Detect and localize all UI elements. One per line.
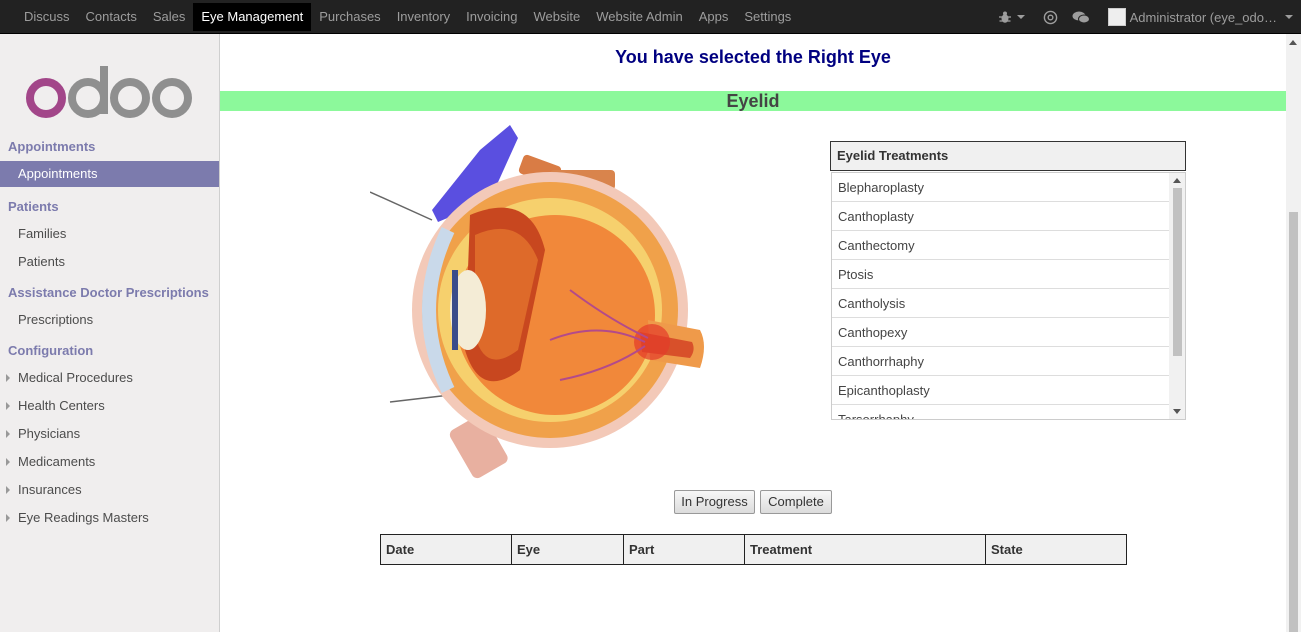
avatar[interactable] [1107, 8, 1126, 26]
nav-eye-management[interactable]: Eye Management [193, 3, 312, 31]
page-scrollbar[interactable] [1286, 34, 1301, 632]
nav-inventory[interactable]: Inventory [389, 3, 458, 31]
nav-invoicing[interactable]: Invoicing [458, 3, 525, 31]
complete-button[interactable]: Complete [760, 490, 832, 514]
user-menu[interactable]: Administrator (eye_odo… [1130, 10, 1277, 25]
sidebar: Appointments Appointments Patients Famil… [0, 34, 220, 632]
sidebar-item-medicaments[interactable]: Medicaments [0, 449, 219, 475]
debug-menu[interactable] [998, 10, 1025, 24]
nav-website[interactable]: Website [525, 3, 588, 31]
nav-sales[interactable]: Sales [145, 3, 194, 31]
scroll-up-arrow-icon[interactable] [1289, 40, 1297, 45]
list-item[interactable]: Ptosis [832, 260, 1169, 289]
nav-settings[interactable]: Settings [736, 3, 799, 31]
part-title: Eyelid [220, 91, 1286, 111]
section-configuration: Configuration [8, 343, 94, 358]
scroll-down-arrow-icon[interactable] [1173, 409, 1181, 414]
table-header-row: Date Eye Part Treatment State [380, 534, 1127, 565]
app-menu: Discuss Contacts Sales Eye Management Pu… [16, 3, 799, 31]
treatments-scrollbar[interactable] [1169, 173, 1185, 419]
bug-icon [998, 11, 1011, 23]
sidebar-item-families[interactable]: Families [0, 221, 219, 247]
chevron-down-icon [1016, 15, 1025, 19]
list-item[interactable]: Canthectomy [832, 231, 1169, 260]
column-eye: Eye [511, 534, 624, 565]
list-item[interactable]: Canthoplasty [832, 202, 1169, 231]
list-item[interactable]: Tarsorrhaphy [832, 405, 1169, 419]
section-assistance-doctor-prescriptions: Assistance Doctor Prescriptions [8, 285, 209, 300]
treatments-header: Eyelid Treatments [830, 141, 1186, 171]
nav-apps[interactable]: Apps [691, 3, 737, 31]
list-item[interactable]: Canthopexy [832, 318, 1169, 347]
nav-contacts[interactable]: Contacts [78, 3, 145, 31]
section-patients: Patients [8, 199, 59, 214]
list-item[interactable]: Cantholysis [832, 289, 1169, 318]
column-date: Date [380, 534, 512, 565]
scrollbar-thumb[interactable] [1173, 188, 1182, 356]
odoo-logo [26, 66, 192, 118]
top-navbar: Discuss Contacts Sales Eye Management Pu… [0, 0, 1301, 34]
sidebar-item-eye-readings-masters[interactable]: Eye Readings Masters [0, 505, 219, 531]
scrollbar-thumb[interactable] [1289, 212, 1298, 632]
selected-eye-title: You have selected the Right Eye [615, 47, 891, 67]
sidebar-item-insurances[interactable]: Insurances [0, 477, 219, 503]
sidebar-item-patients[interactable]: Patients [0, 249, 219, 275]
list-item[interactable]: Blepharoplasty [832, 173, 1169, 202]
column-part: Part [623, 534, 745, 565]
systray: Administrator (eye_odo… [986, 0, 1293, 34]
eye-anatomy-image[interactable] [370, 120, 722, 488]
treatments-list[interactable]: Blepharoplasty Canthoplasty Canthectomy … [831, 172, 1186, 420]
chat-bubbles-icon[interactable] [1072, 10, 1090, 25]
sidebar-item-appointments[interactable]: Appointments [0, 161, 219, 187]
nav-discuss[interactable]: Discuss [16, 3, 78, 31]
list-item[interactable]: Epicanthoplasty [832, 376, 1169, 405]
sidebar-item-physicians[interactable]: Physicians [0, 421, 219, 447]
nav-purchases[interactable]: Purchases [311, 3, 388, 31]
treatment-history-table: Date Eye Part Treatment State [380, 534, 1127, 565]
in-progress-button[interactable]: In Progress [674, 490, 755, 514]
section-appointments: Appointments [8, 139, 96, 154]
chevron-down-icon [1285, 15, 1293, 19]
column-treatment: Treatment [744, 534, 986, 565]
scroll-up-arrow-icon[interactable] [1173, 178, 1181, 183]
sidebar-item-health-centers[interactable]: Health Centers [0, 393, 219, 419]
column-state: State [985, 534, 1127, 565]
nav-website-admin[interactable]: Website Admin [588, 3, 690, 31]
at-icon[interactable] [1043, 10, 1058, 25]
sidebar-item-medical-procedures[interactable]: Medical Procedures [0, 365, 219, 391]
sidebar-menu: Appointments Appointments Patients Famil… [0, 138, 219, 531]
sidebar-item-prescriptions[interactable]: Prescriptions [0, 307, 219, 333]
main-content: You have selected the Right Eye Eyelid E… [220, 34, 1286, 632]
list-item[interactable]: Canthorrhaphy [832, 347, 1169, 376]
